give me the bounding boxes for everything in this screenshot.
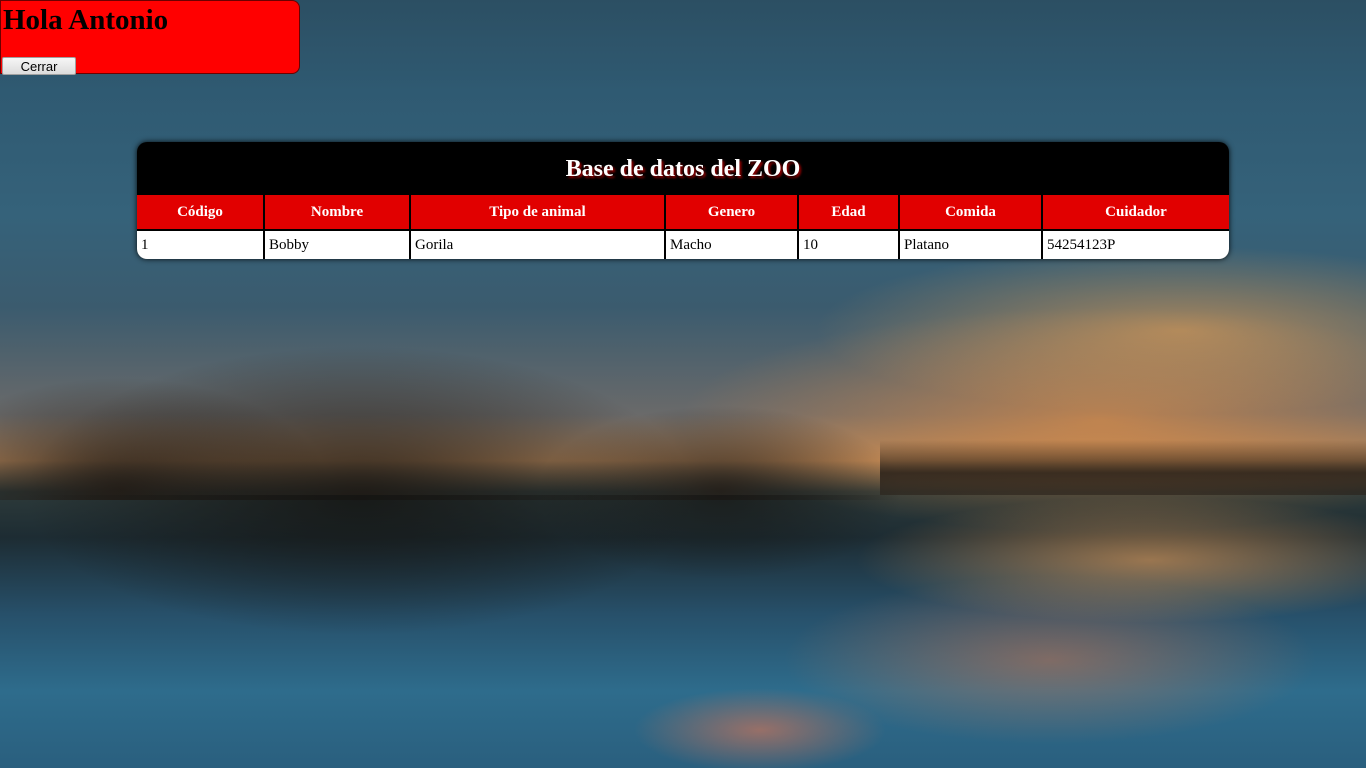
zoo-table-card: Base de datos del ZOO Código Nombre Tipo…: [137, 142, 1229, 259]
cell-cuidador: 54254123P: [1042, 229, 1229, 259]
background-far-shore: [880, 440, 1366, 495]
cell-edad: 10: [798, 229, 900, 259]
column-header-nombre: Nombre: [264, 194, 411, 230]
cell-nombre: Bobby: [264, 229, 411, 259]
column-header-comida: Comida: [899, 194, 1043, 230]
greeting-panel: Hola Antonio Cerrar: [0, 0, 300, 75]
cell-codigo: 1: [137, 229, 265, 259]
column-header-edad: Edad: [798, 194, 900, 230]
greeting-title: Hola Antonio: [3, 4, 169, 36]
background-tree-reflection: [0, 495, 900, 745]
close-button[interactable]: Cerrar: [2, 57, 76, 75]
column-header-tipo-de-animal: Tipo de animal: [410, 194, 666, 230]
cell-genero: Macho: [665, 229, 799, 259]
column-header-genero: Genero: [665, 194, 799, 230]
cell-tipo-de-animal: Gorila: [410, 229, 666, 259]
table-header-row: Código Nombre Tipo de animal Genero Edad…: [137, 194, 1229, 230]
zoo-table: Código Nombre Tipo de animal Genero Edad…: [137, 194, 1229, 259]
column-header-codigo: Código: [137, 194, 265, 230]
column-header-cuidador: Cuidador: [1042, 194, 1229, 230]
table-row: 1 Bobby Gorila Macho 10 Platano 54254123…: [137, 229, 1229, 259]
cell-comida: Platano: [899, 229, 1043, 259]
background-tree-line: [0, 230, 900, 500]
zoo-table-title: Base de datos del ZOO: [565, 156, 801, 182]
